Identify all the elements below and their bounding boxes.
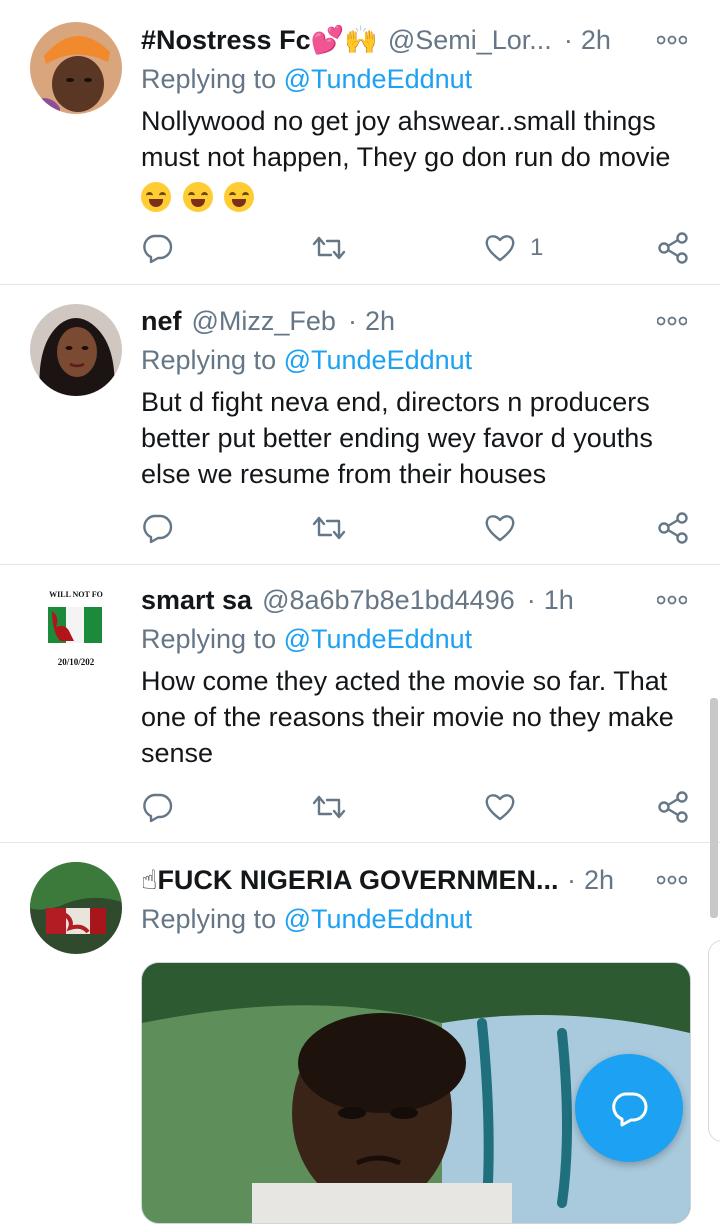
replying-to-label: Replying to (141, 64, 277, 94)
tweet-actions (141, 508, 701, 548)
avatar-caption-bottom: 20/10/202 (58, 657, 95, 667)
separator-dot: · (567, 864, 576, 895)
tweet-text: But d fight neva end, directors n produc… (141, 387, 653, 489)
tears-of-joy-emoji-icon (141, 181, 171, 212)
like-button[interactable]: 1 (484, 228, 543, 268)
timestamp: 2h (364, 305, 395, 336)
reply-icon[interactable] (141, 228, 173, 268)
heart-icon[interactable] (484, 787, 516, 827)
reply-icon[interactable] (141, 508, 173, 548)
avatar[interactable] (30, 862, 122, 954)
more-options-icon[interactable] (656, 584, 688, 616)
mention-link[interactable]: @TundeEddnut (284, 904, 473, 934)
tweet-1[interactable]: #Nostress Fc💕🙌 @Semi_Lor... · 2h Replyin… (0, 0, 720, 285)
tweet-text: How come they acted the movie so far. Th… (141, 666, 674, 768)
avatar-caption-top: WILL NOT FO (49, 590, 103, 599)
more-options-icon[interactable] (656, 305, 688, 337)
display-name[interactable]: ☝FUCK NIGERIA GOVERNMEN... (141, 865, 558, 896)
user-handle[interactable]: @8a6b7b8e1bd4496 (262, 585, 515, 616)
mention-link[interactable]: @TundeEddnut (284, 345, 473, 375)
mention-link[interactable]: @TundeEddnut (284, 624, 473, 654)
display-name[interactable]: #Nostress Fc💕🙌 (141, 24, 378, 56)
retweet-icon[interactable] (311, 228, 347, 268)
timestamp: 1h (543, 584, 574, 615)
retweet-icon[interactable] (311, 508, 347, 548)
tweet-text: Nollywood no get joy ahswear..small thin… (141, 103, 701, 213)
mention-link[interactable]: @TundeEddnut (284, 64, 473, 94)
tweet-3[interactable]: WILL NOT FO 20/10/202 smart sa @8a6b7b8e… (0, 565, 720, 843)
display-name[interactable]: nef (141, 306, 182, 337)
replying-to: Replying to @TundeEddnut (141, 345, 472, 376)
share-icon[interactable] (657, 228, 689, 268)
edge-panel-handle[interactable] (708, 940, 720, 1142)
replying-to: Replying to @TundeEddnut (141, 624, 472, 655)
user-handle[interactable]: @Semi_Lor... (388, 25, 552, 56)
avatar[interactable] (30, 304, 122, 396)
retweet-icon[interactable] (311, 787, 347, 827)
replying-to: Replying to @TundeEddnut (141, 904, 472, 935)
replying-to: Replying to @TundeEddnut (141, 64, 472, 95)
tweet-header: ☝FUCK NIGERIA GOVERNMEN... (141, 860, 560, 900)
emoji-row (141, 177, 701, 213)
replying-to-label: Replying to (141, 904, 277, 934)
replying-to-label: Replying to (141, 624, 277, 654)
compose-reply-button[interactable] (575, 1054, 683, 1162)
tweet-text-content: Nollywood no get joy ahswear..small thin… (141, 106, 671, 172)
separator-dot: · (347, 305, 357, 336)
timestamp: 2h (580, 24, 611, 55)
tweet-meta: · 2h (567, 860, 614, 900)
avatar[interactable]: WILL NOT FO 20/10/202 (30, 583, 122, 675)
timestamp: 2h (584, 864, 615, 895)
separator-dot: · (563, 24, 573, 55)
scrollbar[interactable] (710, 698, 718, 918)
tears-of-joy-emoji-icon (182, 181, 213, 212)
heart-icon[interactable] (484, 508, 516, 548)
more-options-icon[interactable] (656, 864, 688, 896)
tweet-header: #Nostress Fc💕🙌 @Semi_Lor... · 2h (141, 20, 640, 60)
reply-icon[interactable] (141, 787, 173, 827)
user-handle[interactable]: @Mizz_Feb (192, 306, 336, 337)
tweet-actions: 1 (141, 228, 701, 268)
tweet-actions (141, 787, 701, 827)
share-icon[interactable] (657, 787, 689, 827)
tweet-header: nef @Mizz_Feb · 2h (141, 301, 640, 341)
separator-dot: · (526, 584, 536, 615)
tears-of-joy-emoji-icon (224, 181, 255, 212)
avatar[interactable] (30, 22, 122, 114)
replying-to-label: Replying to (141, 345, 277, 375)
compose-reply-icon (612, 1092, 648, 1127)
heart-icon (485, 235, 515, 262)
tweet-2[interactable]: nef @Mizz_Feb · 2h Replying to @TundeEdd… (0, 285, 720, 565)
more-options-icon[interactable] (656, 24, 688, 56)
share-icon[interactable] (657, 508, 689, 548)
display-name[interactable]: smart sa (141, 585, 252, 616)
like-count: 1 (530, 234, 544, 261)
tweet-header: smart sa @8a6b7b8e1bd4496 · 1h (141, 580, 640, 620)
